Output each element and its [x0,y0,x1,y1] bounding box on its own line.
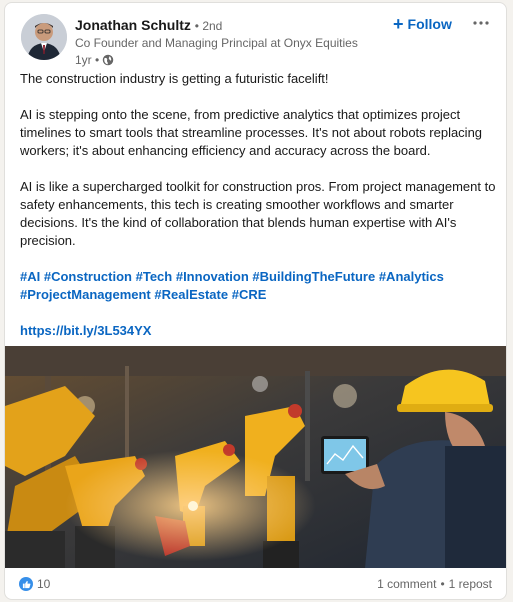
like-icon [19,577,33,591]
separator: • [440,577,445,591]
social-counts: 1 comment • 1 repost [377,577,492,591]
hashtag-link[interactable]: #Innovation [176,269,249,284]
hashtag-link[interactable]: #RealEstate [154,287,228,302]
avatar-photo [21,14,67,60]
comments-count[interactable]: 1 comment [377,577,436,591]
post-age: 1yr • [75,53,100,67]
post-image[interactable] [5,346,506,568]
hashtag-list: #AI #Construction #Tech #Innovation #Bui… [20,268,498,304]
connection-degree: • 2nd [194,19,223,33]
social-bar: 10 1 comment • 1 repost [5,569,506,599]
hashtag-link[interactable]: #CRE [232,287,267,302]
hashtag-link[interactable]: #Tech [136,269,173,284]
hashtag-link[interactable]: #Construction [44,269,132,284]
follow-button[interactable]: + Follow [393,13,452,35]
post-time: 1yr • [75,52,375,68]
post-paragraph: AI is stepping onto the scene, from pred… [20,107,483,158]
author-name[interactable]: Jonathan Schultz [75,17,191,33]
robotic-factory-image [5,346,506,568]
hashtag-link[interactable]: #Analytics [379,269,444,284]
post-header: Jonathan Schultz • 2nd Co Founder and Ma… [5,3,506,69]
more-horizontal-icon [473,21,489,25]
post-paragraph: The construction industry is getting a f… [20,71,329,86]
post-body: The construction industry is getting a f… [20,70,498,340]
hashtag-link[interactable]: #BuildingTheFuture [252,269,375,284]
post-card: Jonathan Schultz • 2nd Co Founder and Ma… [4,2,507,600]
avatar[interactable] [21,14,67,60]
hashtag-link[interactable]: #AI [20,269,40,284]
post-paragraph: AI is like a supercharged toolkit for co… [20,179,496,248]
author-name-line: Jonathan Schultz • 2nd [75,16,375,35]
author-headline: Co Founder and Managing Principal at Ony… [75,36,358,50]
globe-icon [102,54,114,66]
reaction-count: 10 [37,577,51,591]
reactions-count[interactable]: 10 [19,577,50,591]
more-options-button[interactable] [469,11,493,35]
external-link-row: https://bit.ly/3L534YX [20,322,498,340]
hashtag-link[interactable]: #ProjectManagement [20,287,151,302]
author-meta: Jonathan Schultz • 2nd Co Founder and Ma… [75,16,375,68]
external-link[interactable]: https://bit.ly/3L534YX [20,323,151,338]
follow-label: Follow [407,16,452,32]
reposts-count[interactable]: 1 repost [449,577,492,591]
plus-icon: + [393,14,404,34]
